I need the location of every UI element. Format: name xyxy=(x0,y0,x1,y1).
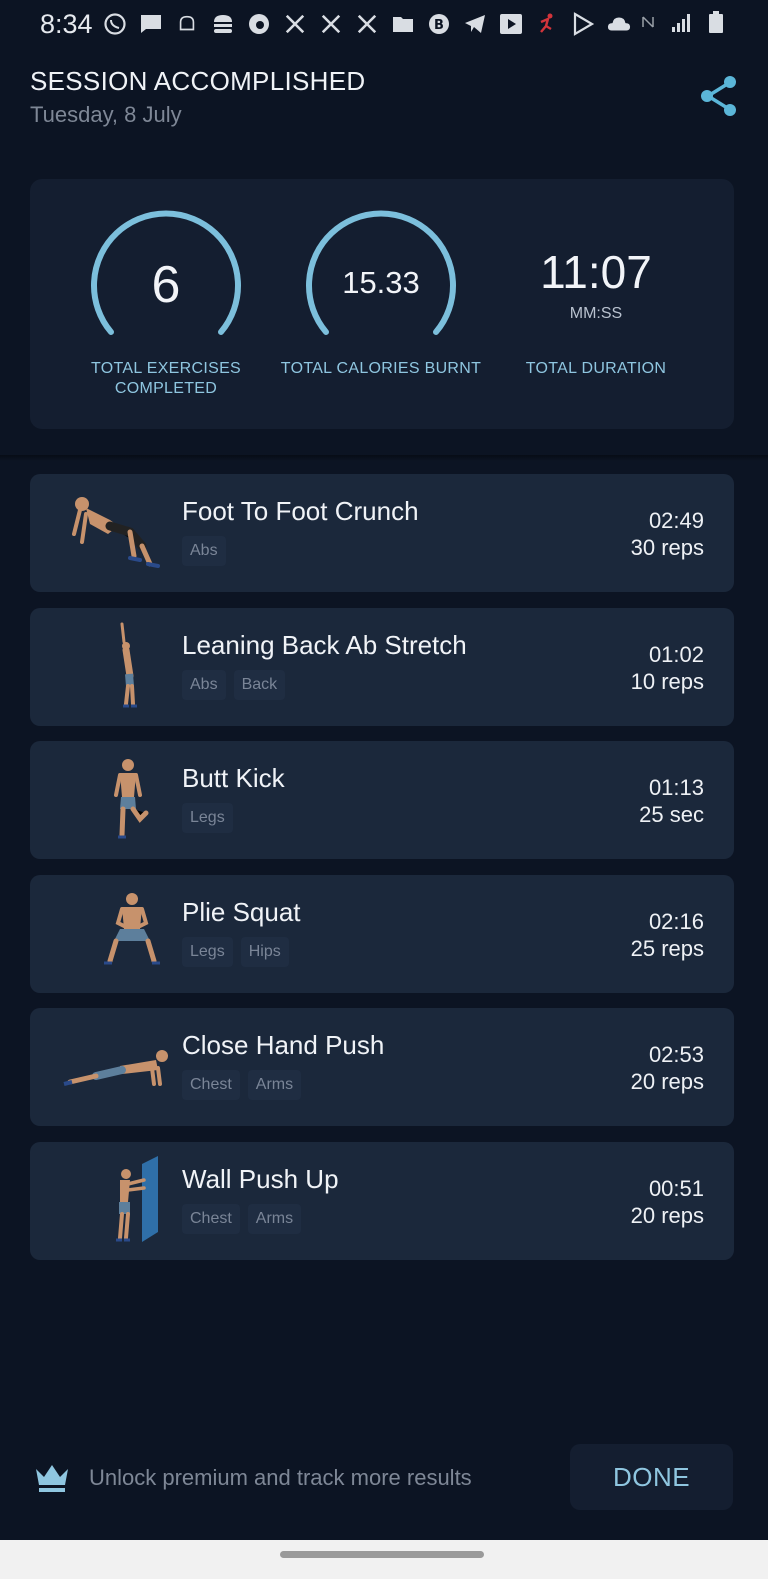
muscle-tag: Arms xyxy=(247,1203,302,1234)
exercise-amount: 20 reps xyxy=(630,1202,704,1228)
page-title: SESSION ACCOMPLISHED xyxy=(30,66,366,96)
exercise-thumbnail xyxy=(104,892,160,964)
exercise-duration: 01:02 xyxy=(648,641,704,667)
exercise-name: Wall Push Up xyxy=(182,1163,339,1194)
total-calories-label: TOTAL CALORIES BURNT xyxy=(280,360,482,377)
exercise-thumbnail xyxy=(116,1155,158,1242)
total-exercises-value: 6 xyxy=(151,256,181,314)
exercise-tags: Chest Arms xyxy=(182,1070,302,1100)
session-date: Tuesday, 8 July xyxy=(30,102,182,127)
stat-calories: 15.33 TOTAL CALORIES BURNT xyxy=(275,179,481,429)
section-divider xyxy=(0,455,768,461)
muscle-tag: Legs xyxy=(182,936,233,967)
exercise-duration: 02:49 xyxy=(648,508,704,533)
notification-icons: B xyxy=(103,12,631,36)
exercise-thumbnail xyxy=(120,622,137,707)
unlock-premium-link[interactable]: Unlock premium and track more results xyxy=(89,1465,472,1491)
share-button[interactable] xyxy=(698,74,740,118)
home-gesture-handle[interactable] xyxy=(280,1551,484,1558)
x-icon xyxy=(283,12,307,36)
exercise-item[interactable]: Foot To Foot Crunch Abs 02:49 30 reps xyxy=(30,474,734,592)
exercise-name: Plie Squat xyxy=(182,896,301,927)
x-icon xyxy=(319,12,343,36)
status-time: 8:34 xyxy=(40,8,93,39)
exercise-name: Leaning Back Ab Stretch xyxy=(182,629,467,660)
youtube-icon xyxy=(499,12,523,36)
crown-icon[interactable] xyxy=(34,1463,70,1493)
signal-icon xyxy=(670,10,694,34)
muscle-tag: Chest xyxy=(182,1070,240,1100)
exercise-duration: 02:53 xyxy=(648,1042,704,1067)
muscle-tag: Abs xyxy=(182,669,226,700)
total-calories-value: 15.33 xyxy=(342,265,420,300)
exercise-tags: Legs Hips xyxy=(182,936,289,967)
exercise-name: Foot To Foot Crunch xyxy=(182,496,419,526)
exercise-name: Close Hand Push xyxy=(182,1030,385,1060)
system-nav-bar xyxy=(0,1540,768,1579)
edge-icon xyxy=(247,12,271,36)
exercise-item[interactable]: Leaning Back Ab Stretch Abs Back 01:02 1… xyxy=(30,607,734,726)
message-icon xyxy=(139,12,163,36)
svg-text:B: B xyxy=(434,18,444,33)
total-duration-label: TOTAL DURATION xyxy=(525,360,667,377)
exercise-thumbnail xyxy=(114,759,149,839)
exercise-duration: 00:51 xyxy=(648,1175,704,1201)
system-icons xyxy=(636,10,728,34)
play-store-icon xyxy=(571,12,595,36)
telegram-icon xyxy=(463,12,487,36)
exercise-thumbnail xyxy=(63,1050,168,1086)
session-summary-card: 6 TOTAL EXERCISES COMPLETED 15.33 TOTAL … xyxy=(30,179,734,429)
bitcoin-icon: B xyxy=(427,12,451,36)
battery-icon xyxy=(704,10,728,34)
muscle-tag: Legs xyxy=(182,803,233,833)
muscle-tag: Arms xyxy=(247,1070,302,1100)
exercise-item[interactable]: Butt Kick Legs 01:13 25 sec xyxy=(30,741,734,859)
exercise-amount: 25 reps xyxy=(630,935,704,961)
exercise-item[interactable]: Plie Squat Legs Hips 02:16 25 reps xyxy=(30,874,734,993)
folder-icon xyxy=(391,12,415,36)
chef-icon xyxy=(175,12,199,36)
duration-unit: MM:SS xyxy=(569,305,623,322)
exercise-amount: 25 sec xyxy=(639,802,704,827)
muscle-tag: Hips xyxy=(240,936,289,967)
muscle-tag: Abs xyxy=(182,536,226,566)
stat-exercises: 6 TOTAL EXERCISES COMPLETED xyxy=(60,179,260,429)
exercise-name: Butt Kick xyxy=(182,763,285,793)
cloud-icon xyxy=(607,12,631,36)
exercise-tags: Chest Arms xyxy=(182,1203,302,1234)
whatsapp-icon xyxy=(103,12,127,36)
nfc-icon xyxy=(636,10,660,34)
muscle-tag: Chest xyxy=(182,1203,240,1234)
exercise-item[interactable]: Close Hand Push Chest Arms 02:53 20 reps xyxy=(30,1008,734,1126)
x-icon xyxy=(355,12,379,36)
exercise-amount: 20 reps xyxy=(630,1069,704,1094)
share-icon xyxy=(701,76,736,116)
total-duration-value: 11:07 xyxy=(540,246,652,298)
status-bar: 8:34 B xyxy=(0,0,768,48)
exercise-item[interactable]: Wall Push Up Chest Arms 00:51 20 reps xyxy=(30,1141,734,1260)
exercise-tags: Abs xyxy=(182,536,226,566)
exercise-thumbnail xyxy=(72,497,160,568)
exercise-list: Foot To Foot Crunch Abs 02:49 30 reps Le… xyxy=(30,474,734,1275)
runner-icon xyxy=(535,12,559,36)
burger-icon xyxy=(211,12,235,36)
exercise-tags: Legs xyxy=(182,803,233,833)
exercise-amount: 10 reps xyxy=(630,668,704,694)
exercise-duration: 01:13 xyxy=(648,775,704,800)
total-exercises-label: TOTAL EXERCISES COMPLETED xyxy=(90,360,242,397)
stat-duration: 11:07 MM:SS TOTAL DURATION xyxy=(490,179,690,429)
done-button[interactable]: DONE xyxy=(570,1444,733,1510)
exercise-amount: 30 reps xyxy=(630,535,704,560)
exercise-duration: 02:16 xyxy=(648,908,704,934)
muscle-tag: Back xyxy=(233,669,286,700)
exercise-tags: Abs Back xyxy=(182,669,286,700)
